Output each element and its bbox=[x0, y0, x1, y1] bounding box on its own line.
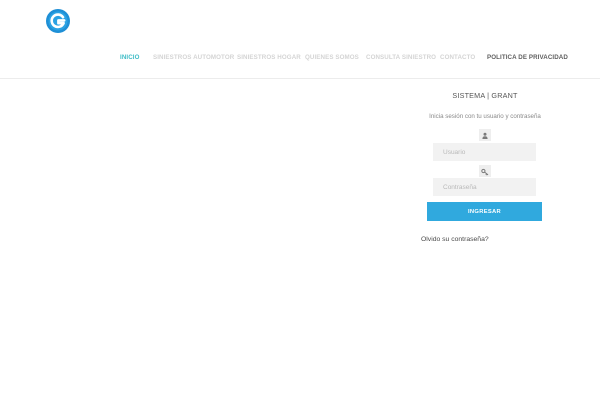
forgot-password-link[interactable]: Olvido su contraseña? bbox=[421, 236, 489, 243]
nav-item-consulta-siniestro[interactable]: CONSULTA SINIESTRO bbox=[366, 54, 436, 61]
key-icon bbox=[479, 165, 491, 177]
logo-icon[interactable] bbox=[46, 9, 70, 33]
nav-item-politica-privacidad[interactable]: POLITICA DE PRIVACIDAD bbox=[487, 54, 568, 61]
main-nav: INICIO SINIESTROS AUTOMOTOR SINIESTROS H… bbox=[0, 54, 600, 66]
site-header: INICIO SINIESTROS AUTOMOTOR SINIESTROS H… bbox=[0, 0, 600, 79]
username-field[interactable] bbox=[433, 143, 536, 161]
nav-item-inicio[interactable]: INICIO bbox=[120, 54, 140, 61]
login-subtitle: Inicia sesión con tu usuario y contraseñ… bbox=[429, 113, 541, 120]
nav-item-siniestros-automotor[interactable]: SINIESTROS AUTOMOTOR bbox=[153, 54, 234, 61]
login-title: SISTEMA | GRANT bbox=[452, 91, 518, 100]
ingresar-button[interactable]: INGRESAR bbox=[427, 202, 542, 221]
user-icon bbox=[479, 129, 491, 141]
nav-item-quienes-somos[interactable]: QUIENES SOMOS bbox=[305, 54, 359, 61]
nav-item-siniestros-hogar[interactable]: SINIESTROS HOGAR bbox=[237, 54, 301, 61]
nav-item-contacto[interactable]: CONTACTO bbox=[440, 54, 475, 61]
password-field[interactable] bbox=[433, 178, 536, 196]
